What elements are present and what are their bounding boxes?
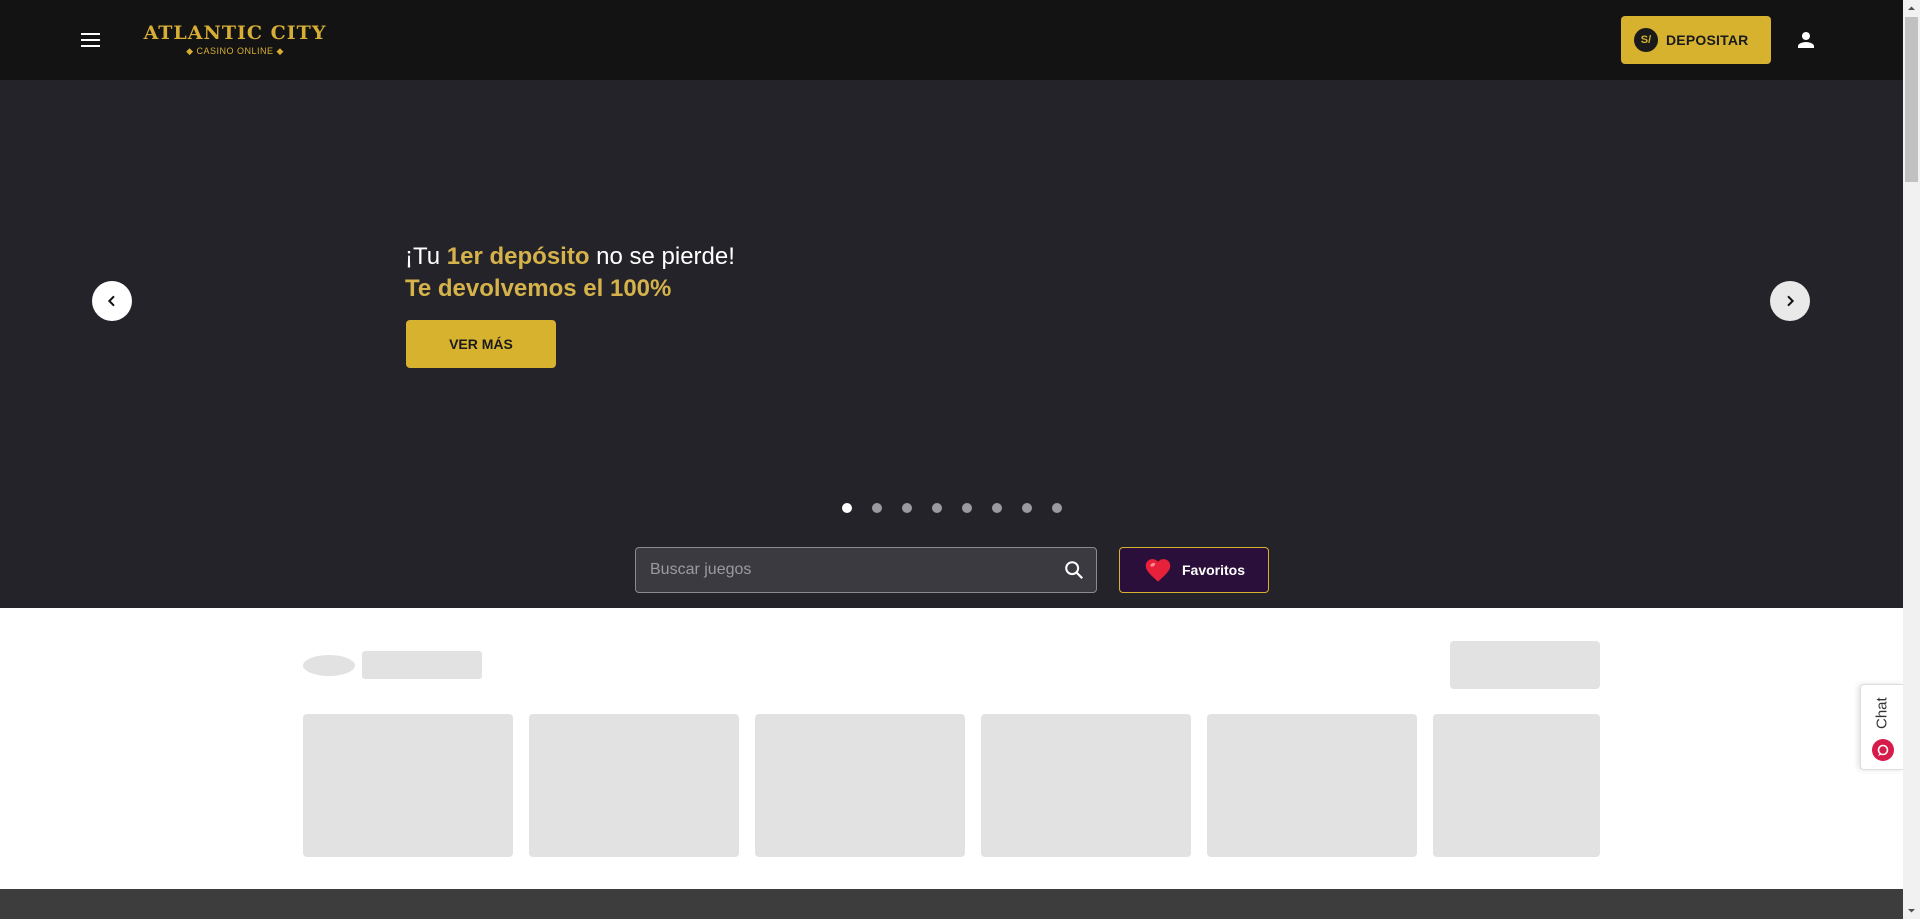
carousel-prev-button[interactable] (92, 281, 132, 321)
hamburger-menu-icon[interactable] (79, 28, 103, 52)
favorites-label: Favoritos (1182, 562, 1246, 578)
favorites-button[interactable]: Favoritos (1119, 547, 1269, 593)
skeleton-game-card (981, 714, 1191, 857)
hero-line-1-prefix: ¡Tu (405, 243, 447, 270)
carousel-dot[interactable] (842, 503, 852, 513)
chat-bubble-icon (1872, 739, 1894, 761)
hero-headline: ¡Tu 1er depósito no se pierde! Te devolv… (405, 241, 735, 305)
search-icon[interactable] (1063, 559, 1085, 581)
user-icon[interactable] (1794, 28, 1818, 52)
carousel-dot[interactable] (992, 503, 1002, 513)
page-scrollbar[interactable] (1903, 0, 1920, 919)
skeleton-game-card (1433, 714, 1600, 857)
carousel-next-button[interactable] (1770, 281, 1810, 321)
carousel-dot[interactable] (1052, 503, 1062, 513)
chevron-left-icon (107, 295, 115, 307)
chat-widget-tab[interactable]: Chat (1860, 684, 1903, 770)
chat-label: Chat (1873, 697, 1891, 729)
hero-line-1-highlight: 1er depósito (446, 243, 590, 270)
hero-line-2: Te devolvemos el 100% (405, 275, 672, 302)
scroll-down-arrow-icon[interactable] (1903, 902, 1920, 919)
logo-subtitle: ◆ CASINO ONLINE ◆ (186, 46, 284, 56)
hero-line-1-suffix: no se pierde! (589, 243, 735, 270)
site-logo[interactable]: ATLANTIC CITY ◆ CASINO ONLINE ◆ (143, 22, 327, 58)
skeleton-section-title (362, 651, 482, 679)
logo-title: ATLANTIC CITY (143, 22, 327, 44)
chevron-right-icon (1787, 295, 1795, 307)
ver-mas-button[interactable]: VER MÁS (406, 320, 556, 368)
skeleton-game-card (303, 714, 513, 857)
sol-currency-icon: S/ (1634, 28, 1658, 52)
hero-line-1: ¡Tu 1er depósito no se pierde! (405, 241, 735, 273)
skeleton-category-icon (303, 655, 355, 676)
carousel-dot[interactable] (872, 503, 882, 513)
carousel-pagination (842, 503, 1082, 513)
skeleton-game-card (529, 714, 739, 857)
carousel-dot[interactable] (962, 503, 972, 513)
deposit-button[interactable]: S/ DEPOSITAR (1621, 16, 1771, 64)
deposit-button-label: DEPOSITAR (1666, 32, 1749, 48)
carousel-dot[interactable] (902, 503, 912, 513)
search-input[interactable] (650, 548, 1050, 592)
scroll-up-arrow-icon[interactable] (1903, 0, 1920, 17)
carousel-dot[interactable] (932, 503, 942, 513)
scrollbar-thumb[interactable] (1905, 17, 1918, 182)
hero-carousel: ¡Tu 1er depósito no se pierde! Te devolv… (0, 80, 1903, 608)
footer-section (0, 889, 1903, 919)
search-box (635, 547, 1097, 593)
skeleton-view-all-button (1450, 641, 1600, 689)
carousel-dot[interactable] (1022, 503, 1032, 513)
top-header: ATLANTIC CITY ◆ CASINO ONLINE ◆ S/ DEPOS… (0, 0, 1903, 80)
skeleton-game-card (755, 714, 965, 857)
skeleton-game-card (1207, 714, 1417, 857)
heart-icon (1145, 559, 1171, 582)
